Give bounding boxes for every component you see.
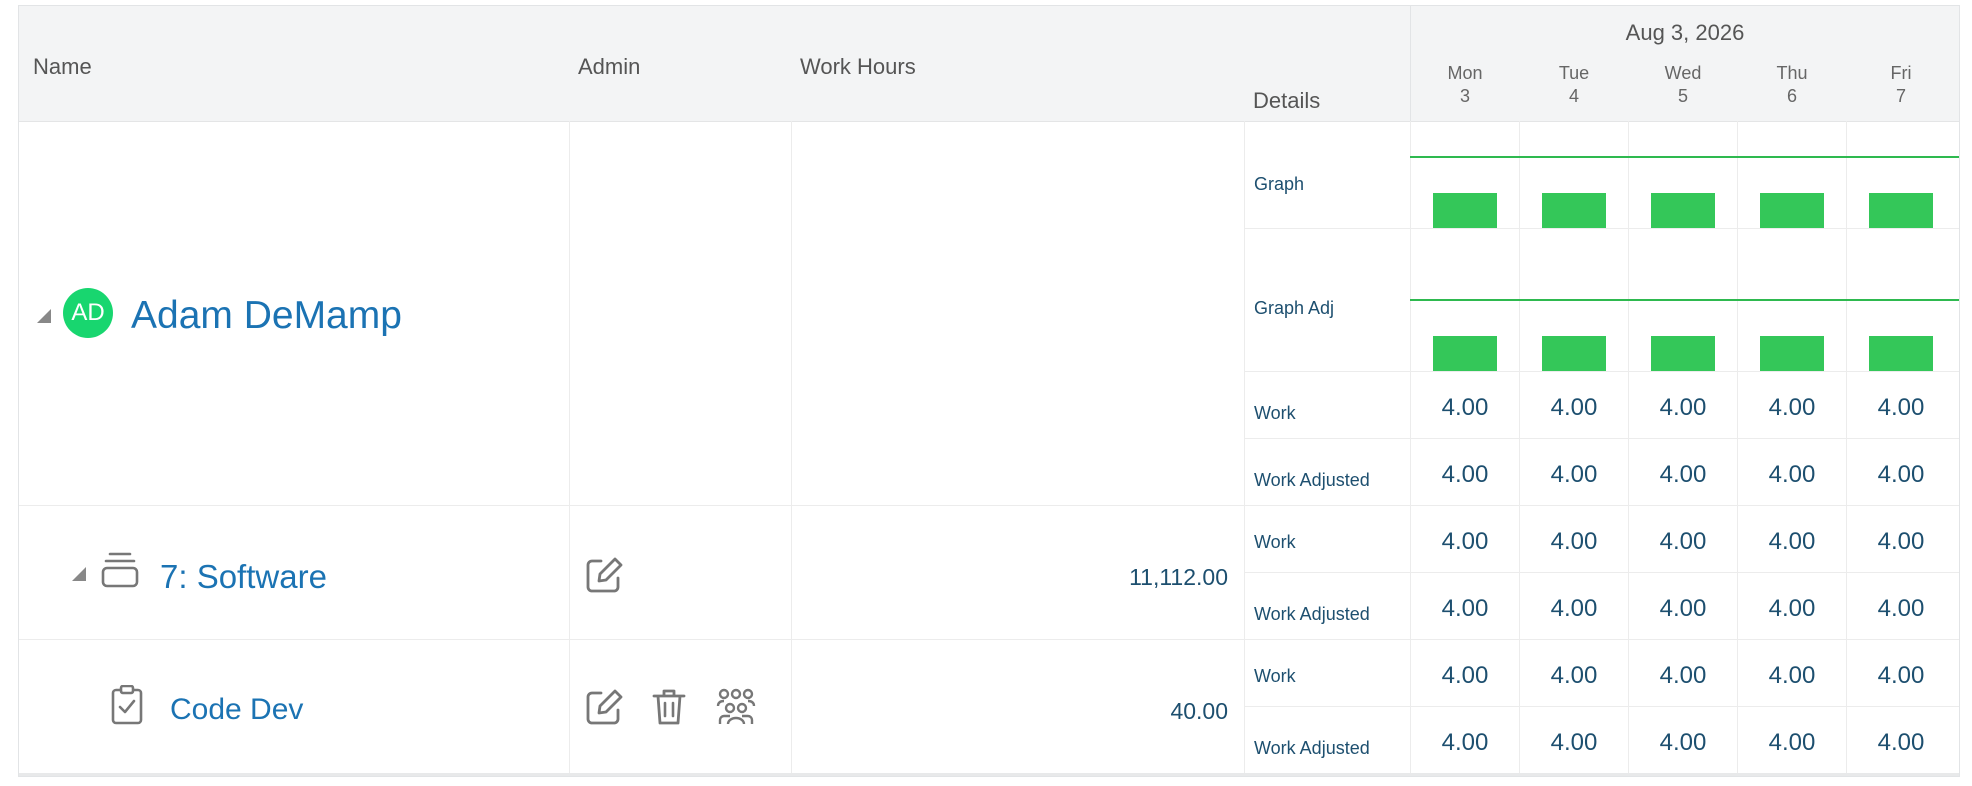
detail-label-graph: Graph [1254,174,1305,194]
work-cell[interactable]: 4.00 [1629,528,1737,556]
detail-label-work: Work [1254,403,1296,423]
column-header-name[interactable]: Name [33,54,92,80]
avatar: AD [63,288,113,338]
work-cell[interactable]: 4.00 [1847,528,1955,556]
capacity-line [1410,299,1959,301]
work-adjusted-cell[interactable]: 4.00 [1847,595,1955,623]
graph-adj-bar [1651,336,1715,371]
work-adjusted-cell[interactable]: 4.00 [1847,461,1955,489]
day-header-tue: Tue 4 [1558,63,1590,106]
day-header-wed: Wed 5 [1664,63,1702,106]
row-divider [19,505,1959,506]
graph-bar [1651,193,1715,228]
work-adjusted-cell[interactable]: 4.00 [1738,595,1846,623]
trash-icon[interactable] [652,688,686,726]
work-adjusted-cell[interactable]: 4.00 [1629,595,1737,623]
work-cell[interactable]: 4.00 [1847,662,1955,690]
work-cell[interactable]: 4.00 [1738,528,1846,556]
column-divider [791,121,792,776]
row-divider [1244,706,1959,707]
column-header-work-hours[interactable]: Work Hours [800,54,916,80]
work-cell[interactable]: 4.00 [1411,394,1519,422]
work-cell[interactable]: 4.00 [1411,528,1519,556]
work-cell[interactable]: 4.00 [1520,528,1628,556]
detail-label-work-adjusted: Work Adjusted [1254,738,1370,758]
graph-bar [1760,193,1824,228]
stack-icon [101,552,139,588]
detail-label-work: Work [1254,532,1296,552]
graph-adj-bar [1760,336,1824,371]
edit-icon[interactable] [585,556,623,594]
edit-icon[interactable] [585,688,623,726]
user-name-link[interactable]: Adam DeMamp [131,294,402,338]
work-cell[interactable]: 4.00 [1629,394,1737,422]
grid-footer-bar [19,773,1959,776]
graph-adj-bar [1433,336,1497,371]
work-adjusted-cell[interactable]: 4.00 [1520,595,1628,623]
work-cell[interactable]: 4.00 [1411,662,1519,690]
work-cell[interactable]: 4.00 [1738,394,1846,422]
work-adjusted-cell[interactable]: 4.00 [1411,595,1519,623]
day-header-thu: Thu 6 [1776,63,1808,106]
graph-adj-bar [1869,336,1933,371]
resource-grid: Name Admin Work Hours Details Aug 3, 202… [18,5,1960,777]
work-adjusted-cell[interactable]: 4.00 [1629,461,1737,489]
row-divider [1244,371,1959,372]
work-cell[interactable]: 4.00 [1629,662,1737,690]
work-adjusted-cell[interactable]: 4.00 [1847,729,1955,757]
day-header-mon: Mon 3 [1447,63,1483,106]
capacity-line [1410,156,1959,158]
graph-bar [1433,193,1497,228]
work-adjusted-cell[interactable]: 4.00 [1411,461,1519,489]
task-work-hours: 40.00 [1170,698,1228,724]
detail-label-work: Work [1254,666,1296,686]
detail-label-work-adjusted: Work Adjusted [1254,470,1370,490]
project-work-hours: 11,112.00 [1129,564,1228,590]
work-cell[interactable]: 4.00 [1520,662,1628,690]
column-header-admin[interactable]: Admin [578,54,640,80]
work-cell[interactable]: 4.00 [1520,394,1628,422]
work-adjusted-cell[interactable]: 4.00 [1738,729,1846,757]
row-divider [1244,438,1959,439]
graph-adj-bar [1542,336,1606,371]
work-adjusted-cell[interactable]: 4.00 [1411,729,1519,757]
column-divider [569,121,570,776]
row-divider [1244,228,1959,229]
work-adjusted-cell[interactable]: 4.00 [1520,461,1628,489]
header-divider [1410,6,1411,121]
work-adjusted-cell[interactable]: 4.00 [1738,461,1846,489]
collapse-toggle-icon[interactable] [37,309,51,323]
clipboard-check-icon [111,685,143,725]
row-divider [1244,572,1959,573]
detail-label-graph-adj: Graph Adj [1254,298,1335,318]
week-date-header: Aug 3, 2026 [1625,20,1745,45]
work-cell[interactable]: 4.00 [1847,394,1955,422]
graph-bar [1869,193,1933,228]
graph-bar [1542,193,1606,228]
work-cell[interactable]: 4.00 [1738,662,1846,690]
column-header-details[interactable]: Details [1253,88,1320,114]
work-adjusted-cell[interactable]: 4.00 [1520,729,1628,757]
work-adjusted-cell[interactable]: 4.00 [1629,729,1737,757]
task-name-link[interactable]: Code Dev [170,693,303,727]
team-icon[interactable] [716,688,756,726]
grid-header: Name Admin Work Hours Details Aug 3, 202… [19,6,1959,122]
column-divider [1244,121,1245,776]
collapse-toggle-icon[interactable] [72,567,86,581]
day-header-fri: Fri 7 [1890,63,1912,106]
detail-label-work-adjusted: Work Adjusted [1254,604,1370,624]
row-divider [19,639,1959,640]
project-name-link[interactable]: 7: Software [160,558,327,596]
